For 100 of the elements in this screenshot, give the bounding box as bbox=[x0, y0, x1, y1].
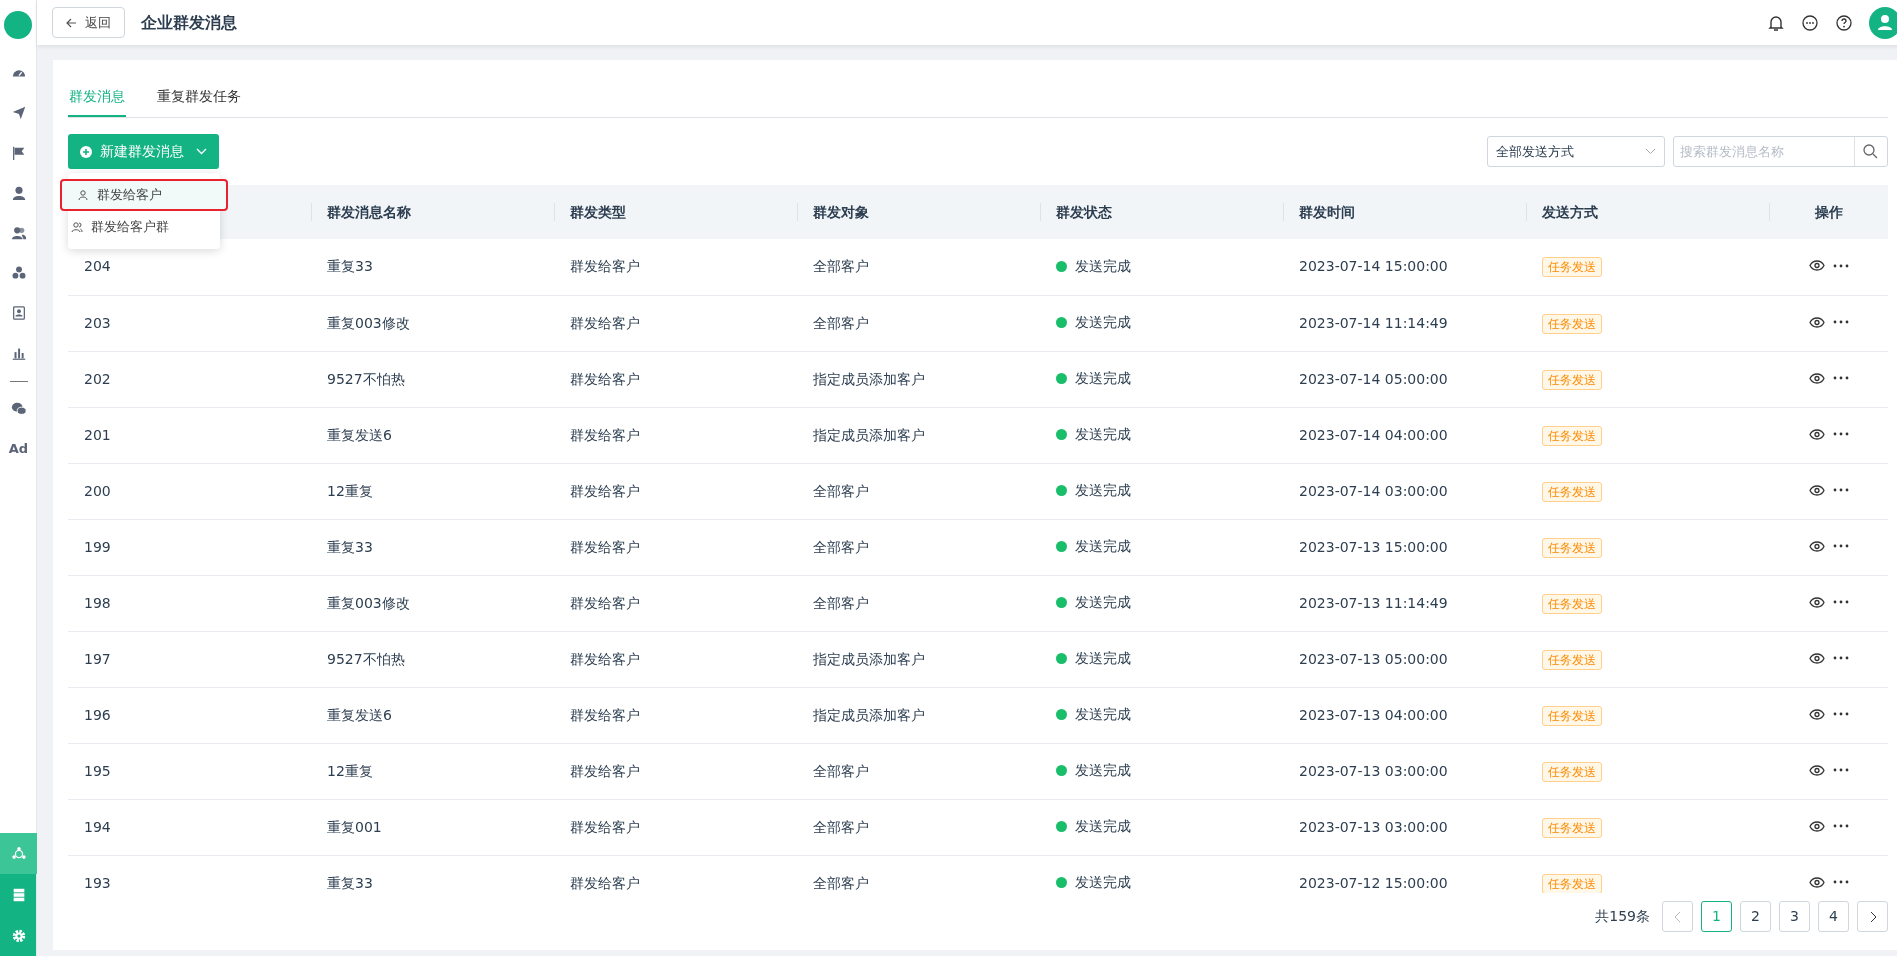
total-count: 共159条 bbox=[1595, 907, 1650, 926]
table-cell: 2023-07-12 15:00:00 bbox=[1299, 874, 1448, 891]
column-header: 操作 bbox=[1814, 203, 1843, 220]
table-cell: 9527不怕热 bbox=[327, 370, 405, 387]
table-cell: 指定成员添加客户 bbox=[813, 706, 925, 723]
column-header: 群发消息名称 bbox=[327, 203, 411, 220]
table-cell: 全部客户 bbox=[813, 594, 869, 611]
page-button[interactable]: 2 bbox=[1740, 901, 1771, 932]
menu-item[interactable]: 群发给客户 bbox=[60, 179, 228, 211]
table-cell: 群发给客户 bbox=[570, 762, 640, 779]
table-cell: 重复发送6 bbox=[327, 426, 392, 443]
column-header: 发送方式 bbox=[1542, 203, 1598, 220]
status-text: 发送完成 bbox=[1075, 593, 1131, 612]
table-cell: 2023-07-13 11:14:49 bbox=[1299, 594, 1448, 611]
table-cell: 重复003修改 bbox=[327, 594, 410, 611]
status-text: 发送完成 bbox=[1075, 481, 1131, 500]
send-method-tag: 任务发送 bbox=[1542, 593, 1602, 614]
column-header: 群发状态 bbox=[1056, 203, 1112, 220]
table-cell: 2023-07-14 11:14:49 bbox=[1299, 314, 1448, 331]
table-cell: 198 bbox=[84, 594, 111, 611]
status-text: 发送完成 bbox=[1075, 705, 1131, 724]
ad-menu-item[interactable]: Ad bbox=[8, 439, 29, 459]
table-cell: 193 bbox=[84, 874, 111, 891]
status-text: 发送完成 bbox=[1075, 817, 1131, 836]
table-cell: 2023-07-14 04:00:00 bbox=[1299, 426, 1448, 443]
table-cell: 群发给客户 bbox=[570, 650, 640, 667]
page-button[interactable]: 4 bbox=[1818, 901, 1849, 932]
table-cell: 重复003修改 bbox=[327, 314, 410, 331]
table-cell: 指定成员添加客户 bbox=[813, 426, 925, 443]
status-text: 发送完成 bbox=[1075, 313, 1131, 332]
table-cell: 指定成员添加客户 bbox=[813, 650, 925, 667]
back-button[interactable]: 返回 bbox=[52, 6, 125, 39]
menu-item[interactable]: 群发给客户群 bbox=[61, 211, 227, 243]
table-cell: 全部客户 bbox=[813, 874, 869, 891]
table-cell: 2023-07-13 04:00:00 bbox=[1299, 706, 1448, 723]
table-cell: 9527不怕热 bbox=[327, 650, 405, 667]
send-method-tag: 任务发送 bbox=[1542, 873, 1602, 893]
column-header: 群发时间 bbox=[1299, 203, 1355, 220]
send-method-tag: 任务发送 bbox=[1542, 257, 1602, 278]
send-method-tag: 任务发送 bbox=[1542, 705, 1602, 726]
table-cell: 群发给客户 bbox=[570, 706, 640, 723]
table-cell: 群发给客户 bbox=[570, 370, 640, 387]
table-cell: 12重复 bbox=[327, 762, 373, 779]
status-text: 发送完成 bbox=[1075, 369, 1131, 388]
send-method-tag: 任务发送 bbox=[1542, 537, 1602, 558]
table-cell: 202 bbox=[84, 370, 111, 387]
table-cell: 2023-07-13 03:00:00 bbox=[1299, 818, 1448, 835]
page-title: 企业群发消息 bbox=[141, 11, 237, 34]
table-cell: 全部客户 bbox=[813, 258, 869, 275]
table-cell: 群发给客户 bbox=[570, 538, 640, 555]
table-cell: 群发给客户 bbox=[570, 594, 640, 611]
table-cell: 指定成员添加客户 bbox=[813, 370, 925, 387]
column-header: 群发类型 bbox=[570, 203, 626, 220]
table-cell: 重复33 bbox=[327, 258, 373, 275]
table-cell: 群发给客户 bbox=[570, 818, 640, 835]
column-header: 群发对象 bbox=[813, 203, 869, 220]
table-cell: 194 bbox=[84, 818, 111, 835]
table-cell: 200 bbox=[84, 482, 111, 499]
table-cell: 2023-07-13 03:00:00 bbox=[1299, 762, 1448, 779]
send-method-tag: 任务发送 bbox=[1542, 481, 1602, 502]
table-cell: 全部客户 bbox=[813, 762, 869, 779]
table-cell: 群发给客户 bbox=[570, 874, 640, 891]
status-text: 发送完成 bbox=[1075, 537, 1131, 556]
table-cell: 全部客户 bbox=[813, 314, 869, 331]
table-cell: 12重复 bbox=[327, 482, 373, 499]
table-cell: 群发给客户 bbox=[570, 258, 640, 275]
send-method-tag: 任务发送 bbox=[1542, 369, 1602, 390]
table-cell: 201 bbox=[84, 426, 111, 443]
send-method-tag: 任务发送 bbox=[1542, 425, 1602, 446]
table-cell: 204 bbox=[84, 258, 111, 275]
status-text: 发送完成 bbox=[1075, 761, 1131, 780]
table-cell: 重复发送6 bbox=[327, 706, 392, 723]
table-cell: 203 bbox=[84, 314, 111, 331]
send-method-tag: 任务发送 bbox=[1542, 649, 1602, 670]
table-cell: 2023-07-14 15:00:00 bbox=[1299, 258, 1448, 275]
tab[interactable]: 重复群发任务 bbox=[156, 76, 242, 117]
send-method-tag: 任务发送 bbox=[1542, 817, 1602, 838]
send-method-tag: 任务发送 bbox=[1542, 761, 1602, 782]
table-cell: 2023-07-14 05:00:00 bbox=[1299, 370, 1448, 387]
table-cell: 197 bbox=[84, 650, 111, 667]
table-cell: 群发给客户 bbox=[570, 314, 640, 331]
send-method-select[interactable]: 全部发送方式 bbox=[1487, 136, 1665, 167]
table-cell: 重复33 bbox=[327, 538, 373, 555]
table-cell: 全部客户 bbox=[813, 818, 869, 835]
table-cell: 群发给客户 bbox=[570, 482, 640, 499]
table-cell: 195 bbox=[84, 762, 111, 779]
table-cell: 全部客户 bbox=[813, 482, 869, 499]
table-cell: 196 bbox=[84, 706, 111, 723]
status-text: 发送完成 bbox=[1075, 873, 1131, 892]
table-cell: 2023-07-13 15:00:00 bbox=[1299, 538, 1448, 555]
table-cell: 重复001 bbox=[327, 818, 382, 835]
status-text: 发送完成 bbox=[1075, 256, 1131, 276]
table-cell: 重复33 bbox=[327, 874, 373, 891]
table-cell: 2023-07-14 03:00:00 bbox=[1299, 482, 1448, 499]
table-cell: 199 bbox=[84, 538, 111, 555]
search-field[interactable]: 搜索群发消息名称 bbox=[1673, 136, 1888, 167]
table-cell: 群发给客户 bbox=[570, 426, 640, 443]
table-cell: 2023-07-13 05:00:00 bbox=[1299, 650, 1448, 667]
page-button[interactable]: 3 bbox=[1779, 901, 1810, 932]
status-text: 发送完成 bbox=[1075, 649, 1131, 668]
